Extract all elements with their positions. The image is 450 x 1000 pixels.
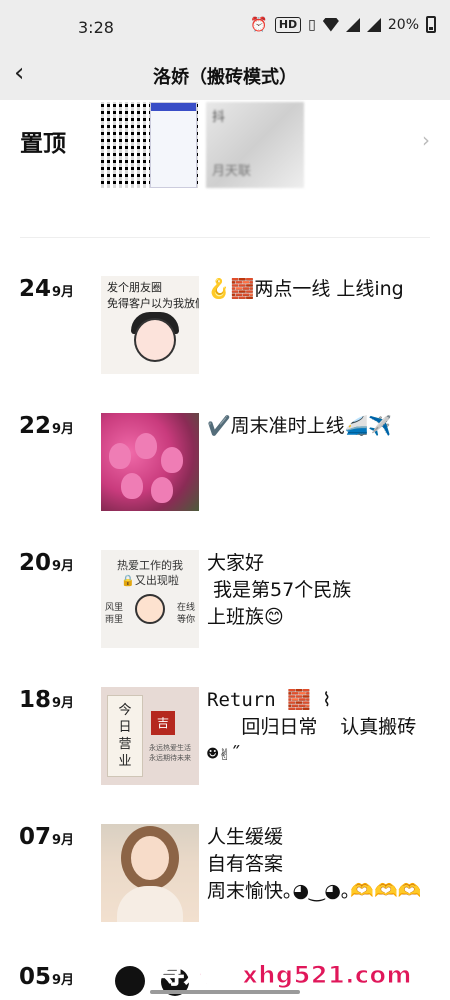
post-month: 9月 [52, 696, 75, 711]
status-time: 3:28 [78, 18, 114, 37]
thumbnail-caption: 发个朋友圈 免得客户以为我放假 [107, 281, 199, 310]
battery-icon [426, 16, 436, 33]
hd-badge: HD [274, 16, 302, 33]
post-date: 209月 [19, 550, 74, 576]
post-day: 05 [19, 964, 52, 990]
post-text: Return 🧱 ⌇ 回归日常 认真搬砖 ☻✌︎˝ [207, 689, 417, 765]
pinned-preview-text: 抖 [212, 110, 226, 125]
post-thumbnail[interactable]: 今 日 营 业 吉 永远热爱生活 永远期待未来 [101, 687, 199, 785]
thumbnail-caption: 热爱工作的我 🔒又出现啦 [117, 559, 183, 587]
post-day: 22 [19, 413, 52, 439]
post-thumbnail[interactable] [101, 824, 199, 922]
pinned-label: 置顶 [20, 131, 66, 157]
pinned-preview-text-2: 月天联 [212, 164, 252, 179]
post-day: 20 [19, 550, 52, 576]
vibrate-icon: ▯ [308, 16, 316, 33]
chevron-right-icon: › [422, 128, 430, 152]
post-month: 9月 [52, 973, 75, 988]
post-thumbnail[interactable]: 热爱工作的我 🔒又出现啦 风里 雨里 在线 等你 [101, 550, 199, 648]
status-icons: ⏰ HD ▯ 20% [250, 16, 436, 33]
signal-icon [345, 17, 360, 32]
thumbnail-note: 永远热爱生活 永远期待未来 [149, 744, 191, 762]
thumbnail-card-text: 今 日 营 业 [107, 695, 143, 777]
divider [20, 237, 430, 238]
post-date: 059月 [19, 964, 74, 990]
post-text: 🪝🧱两点一线 上线ing [207, 278, 404, 300]
wifi-icon [322, 17, 339, 32]
post-thumbnail[interactable]: 发个朋友圈 免得客户以为我放假 [101, 276, 199, 374]
post-month: 9月 [52, 285, 75, 300]
post-text: 人生缓缓 自有答案 周末愉快｡◕‿◕｡🫶🫶🫶 [207, 826, 422, 902]
post-text: 大家好 我是第57个民族 上班族😊 [207, 552, 352, 628]
post-month: 9月 [52, 422, 75, 437]
pinned-blurred-thumbnail[interactable]: 抖 月天联 [206, 102, 304, 188]
signal-icon-2 [366, 17, 381, 32]
post-date: 249月 [19, 276, 74, 302]
alarm-icon: ⏰ [250, 16, 268, 33]
nav-bar: ‹ 洛娇（搬砖模式） [0, 50, 450, 100]
post-day: 07 [19, 824, 52, 850]
pinned-doc-thumbnail[interactable] [150, 102, 197, 188]
post-date: 079月 [19, 824, 74, 850]
page-title: 洛娇（搬砖模式） [153, 67, 297, 88]
post-month: 9月 [52, 559, 75, 574]
status-bar: 3:28 ⏰ HD ▯ 20% [0, 0, 450, 50]
post-date: 229月 [19, 413, 74, 439]
post-month: 9月 [52, 833, 75, 848]
post-day: 18 [19, 687, 52, 713]
thumbnail-side-left: 风里 雨里 [105, 603, 124, 625]
post-day: 24 [19, 276, 52, 302]
battery-text: 20% [387, 16, 419, 33]
post-date: 189月 [19, 687, 74, 713]
post-text: ✔️周末准时上线🚄✈️ [207, 415, 392, 437]
thumbnail-side-right: 在线 等你 [177, 603, 196, 625]
post-thumbnail[interactable] [101, 413, 199, 511]
home-indicator[interactable] [150, 990, 300, 994]
thumbnail-seal: 吉 [151, 711, 175, 735]
watermark: 寻欢阁 xhg521.com [159, 961, 413, 990]
